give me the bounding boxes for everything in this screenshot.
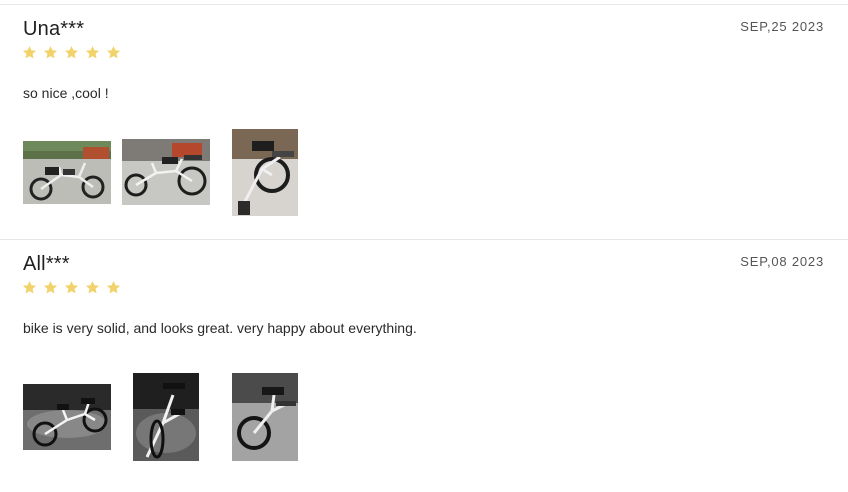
review-photo[interactable] — [232, 129, 298, 216]
review-photo[interactable] — [23, 141, 111, 204]
star-icon — [64, 280, 79, 294]
star-icon — [85, 45, 100, 59]
star-icon — [22, 45, 37, 59]
review-photo[interactable] — [122, 139, 210, 205]
review-date: SEP,25 2023 — [740, 19, 824, 34]
review-date: SEP,08 2023 — [740, 254, 824, 269]
review-photo[interactable] — [232, 373, 298, 461]
star-icon — [85, 280, 100, 294]
star-rating — [22, 280, 121, 295]
star-icon — [43, 280, 58, 294]
star-icon — [43, 45, 58, 59]
review-photo[interactable] — [133, 373, 199, 461]
review-text: bike is very solid, and looks great. ver… — [23, 320, 417, 336]
reviewer-name: Una*** — [23, 18, 85, 40]
review-text: so nice ,cool ! — [23, 85, 109, 101]
star-icon — [106, 280, 121, 294]
reviewer-name: All*** — [23, 253, 70, 275]
star-icon — [22, 280, 37, 294]
review-card: All*** SEP,08 2023 bike is very solid, a… — [0, 240, 848, 492]
star-icon — [64, 45, 79, 59]
review-card: Una*** SEP,25 2023 so nice ,cool ! — [0, 5, 848, 239]
review-photo[interactable] — [23, 384, 111, 450]
star-icon — [106, 45, 121, 59]
star-rating — [22, 45, 121, 60]
